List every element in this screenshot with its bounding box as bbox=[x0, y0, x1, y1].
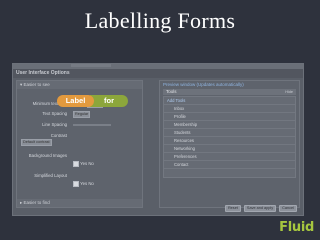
background-images-options: Yes No bbox=[17, 161, 142, 168]
fluid-logo: Fluid bbox=[279, 220, 314, 235]
tools-title: Tools bbox=[166, 89, 177, 94]
easier-to-find-label: Easier to find bbox=[23, 200, 50, 205]
tools-hide-link[interactable]: Hide bbox=[285, 89, 293, 95]
background-images-label: Background Images bbox=[28, 153, 67, 158]
text-spacing-row: Text Spacing Regular bbox=[17, 111, 142, 118]
top-strip-tab bbox=[71, 64, 111, 67]
background-images-checkbox[interactable]: Yes No bbox=[73, 161, 94, 167]
list-item[interactable]: Resources bbox=[164, 137, 295, 145]
preview-panel: Preview window (Updates automatically) T… bbox=[159, 80, 300, 208]
list-item[interactable]: Inbox bbox=[164, 105, 295, 113]
text-spacing-label: Text Spacing bbox=[42, 111, 67, 116]
simplified-layout-values: Yes No bbox=[80, 181, 94, 187]
line-spacing-slider[interactable] bbox=[73, 124, 111, 126]
line-spacing-row: Line Spacing bbox=[17, 122, 142, 129]
simplified-layout-label: Simplified Layout bbox=[34, 173, 67, 178]
action-buttons: Reset Save and apply Cancel bbox=[223, 205, 297, 212]
reset-button[interactable]: Reset bbox=[224, 205, 241, 212]
contrast-select-row: Default contrast bbox=[17, 139, 142, 146]
list-item[interactable]: Add Tools bbox=[164, 97, 295, 105]
for-tag: for bbox=[90, 95, 128, 107]
list-item[interactable]: Students bbox=[164, 129, 295, 137]
list-item[interactable]: Networking bbox=[164, 145, 295, 153]
line-spacing-label: Line Spacing bbox=[42, 122, 67, 127]
text-spacing-select[interactable]: Regular bbox=[73, 111, 91, 118]
simplified-layout-checkbox[interactable]: Yes No bbox=[73, 181, 94, 187]
window-title: User Interface Options bbox=[13, 69, 303, 78]
contrast-label: Contrast bbox=[50, 133, 67, 138]
list-item[interactable]: Membership bbox=[164, 121, 295, 129]
preview-title: Preview window (Updates automatically) bbox=[163, 82, 244, 87]
easier-to-see-header[interactable]: ▾ Easier to see bbox=[17, 81, 142, 89]
ui-options-screenshot: User Interface Options ▾ Easier to see M… bbox=[12, 63, 304, 216]
background-images-values: Yes No bbox=[80, 161, 94, 167]
list-item[interactable]: Contact bbox=[164, 161, 295, 169]
background-images-row: Background Images bbox=[17, 153, 142, 160]
cancel-button[interactable]: Cancel bbox=[279, 205, 297, 212]
contrast-select[interactable]: Default contrast bbox=[21, 139, 52, 146]
checkbox-icon bbox=[73, 181, 79, 187]
checkbox-icon bbox=[73, 161, 79, 167]
list-item[interactable]: Profile bbox=[164, 113, 295, 121]
slide-title: Labelling Forms bbox=[84, 8, 236, 33]
easier-to-find-header[interactable]: ▸ Easier to find bbox=[17, 199, 142, 207]
simplified-layout-row: Simplified Layout bbox=[17, 173, 142, 180]
tools-header: Tools Hide bbox=[163, 89, 296, 95]
tools-list: Add Tools Inbox Profile Membership Stude… bbox=[163, 96, 296, 178]
list-item[interactable]: Preferences bbox=[164, 153, 295, 161]
simplified-layout-options: Yes No bbox=[17, 181, 142, 188]
label-tag: Label bbox=[57, 95, 94, 107]
save-apply-button[interactable]: Save and apply bbox=[243, 205, 277, 212]
easier-to-see-label: Easier to see bbox=[23, 82, 50, 87]
